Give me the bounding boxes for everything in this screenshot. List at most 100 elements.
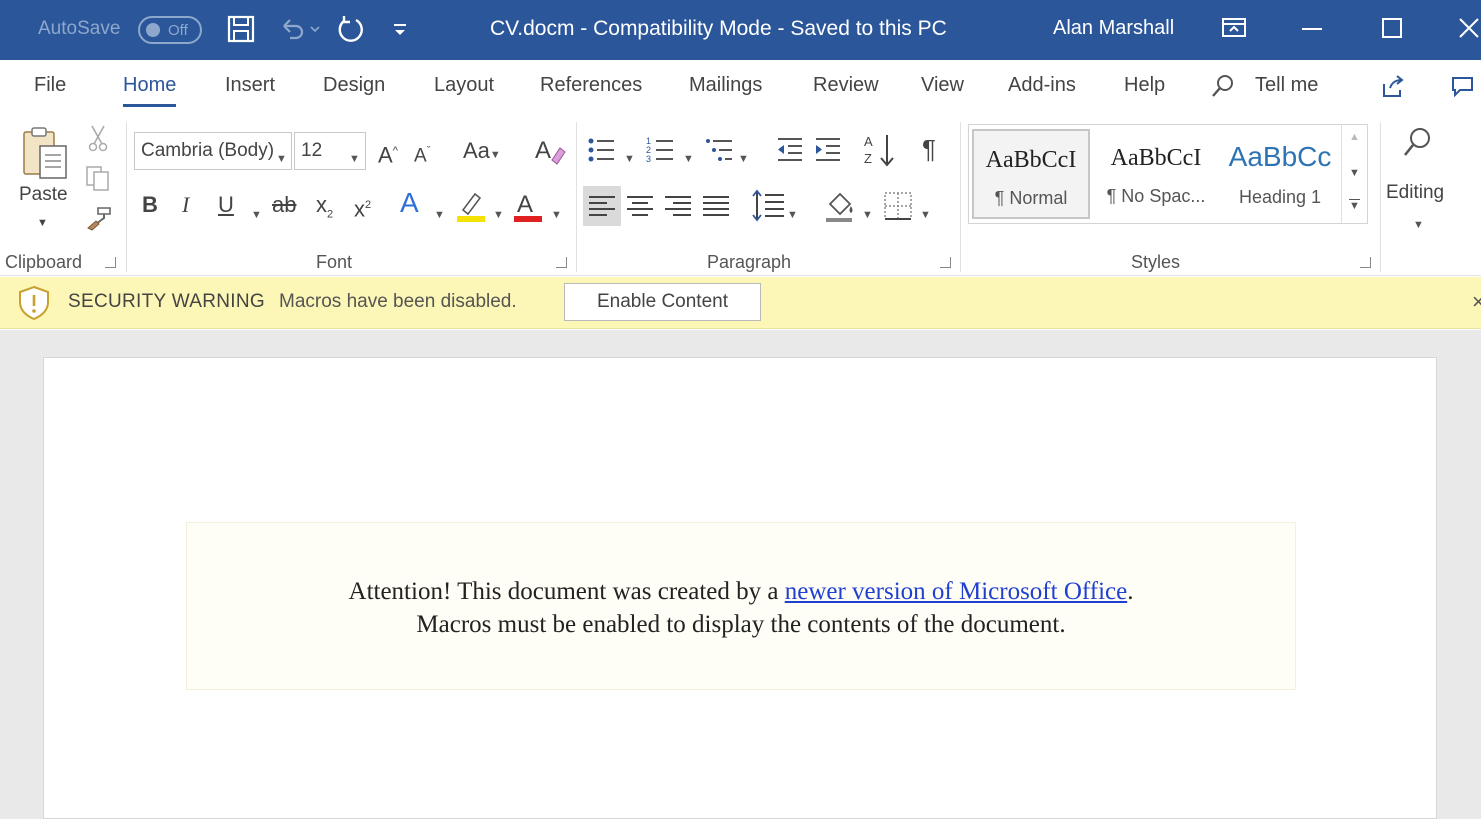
format-painter-icon[interactable]: [84, 204, 114, 238]
close-icon[interactable]: [1456, 14, 1480, 50]
numbering-dropdown-icon[interactable]: ▼: [683, 146, 694, 172]
font-name-value: Cambria (Body): [141, 140, 275, 161]
autosave-toggle[interactable]: Off: [138, 16, 202, 44]
ribbon-display-icon[interactable]: [1220, 14, 1248, 50]
shading-dropdown-icon[interactable]: ▼: [862, 202, 873, 228]
font-launcher-icon[interactable]: [556, 257, 567, 268]
tab-home[interactable]: Home: [123, 74, 177, 107]
enable-content-button[interactable]: Enable Content: [564, 283, 761, 321]
underline-dropdown-icon[interactable]: ▼: [251, 202, 262, 228]
paste-label[interactable]: Paste: [19, 182, 68, 208]
borders-dropdown-icon[interactable]: ▼: [920, 202, 931, 228]
highlight-icon[interactable]: [455, 188, 487, 230]
separator: [1380, 122, 1381, 272]
styles-more-icon[interactable]: ▼: [1349, 199, 1360, 212]
font-name-dropdown-icon[interactable]: ▼: [276, 146, 287, 172]
tab-file[interactable]: File: [34, 74, 66, 97]
redo-icon[interactable]: [334, 14, 366, 54]
style-heading-1[interactable]: AaBbCc Heading 1: [1221, 129, 1339, 219]
subscript-icon[interactable]: x2: [316, 192, 333, 227]
font-name-combo[interactable]: Cambria (Body): [134, 132, 292, 170]
font-color-dropdown-icon[interactable]: ▼: [551, 202, 562, 228]
strikethrough-icon[interactable]: ab: [272, 192, 296, 218]
separator: [960, 122, 961, 272]
tab-add-ins[interactable]: Add-ins: [1008, 74, 1076, 97]
undo-icon[interactable]: [278, 14, 322, 52]
comments-icon[interactable]: [1450, 74, 1476, 106]
close-message-bar-icon[interactable]: ×: [1472, 289, 1481, 315]
user-name[interactable]: Alan Marshall: [1053, 17, 1174, 40]
notice-line-1-text: Attention! This document was created by …: [348, 578, 785, 605]
underline-icon[interactable]: U: [218, 192, 234, 218]
style-preview: AaBbCcI: [985, 147, 1077, 173]
clipboard-launcher-icon[interactable]: [105, 257, 116, 268]
share-icon[interactable]: [1380, 74, 1406, 106]
change-case-button[interactable]: Aa▼: [463, 138, 501, 168]
shrink-font-icon[interactable]: Aˇ: [414, 138, 430, 169]
text-effects-icon[interactable]: A: [400, 189, 419, 217]
tab-insert[interactable]: Insert: [225, 74, 275, 97]
style-normal[interactable]: AaBbCcI ¶ Normal: [972, 129, 1090, 219]
security-warning-title: SECURITY WARNING: [68, 291, 265, 312]
search-icon[interactable]: [1210, 72, 1236, 106]
styles-scroll-down-icon[interactable]: ▼: [1349, 167, 1360, 179]
bold-icon[interactable]: B: [142, 192, 158, 218]
tab-help[interactable]: Help: [1124, 74, 1165, 97]
increase-indent-icon[interactable]: [812, 134, 844, 172]
bullets-icon[interactable]: [586, 134, 618, 172]
bullets-dropdown-icon[interactable]: ▼: [624, 146, 635, 172]
borders-icon[interactable]: [882, 190, 914, 228]
paste-button[interactable]: [18, 124, 72, 190]
tab-view[interactable]: View: [921, 74, 964, 97]
decrease-indent-icon[interactable]: [774, 134, 806, 172]
tab-mailings[interactable]: Mailings: [689, 74, 762, 97]
ribbon-tabs: File Home Insert Design Layout Reference…: [0, 60, 1481, 118]
notice-line-1: Attention! This document was created by …: [187, 575, 1295, 608]
multilevel-dropdown-icon[interactable]: ▼: [738, 146, 749, 172]
align-right-icon[interactable]: [662, 186, 694, 232]
minimize-icon[interactable]: [1300, 14, 1324, 50]
save-icon[interactable]: [226, 14, 256, 52]
font-size-dropdown-icon[interactable]: ▼: [349, 146, 360, 172]
tab-references[interactable]: References: [540, 74, 642, 97]
cut-icon[interactable]: [86, 124, 110, 158]
italic-icon[interactable]: I: [182, 192, 189, 218]
tab-review[interactable]: Review: [813, 74, 879, 97]
editing-label[interactable]: Editing: [1386, 180, 1444, 206]
document-title: CV.docm - Compatibility Mode - Saved to …: [490, 17, 947, 40]
align-center-icon[interactable]: [624, 186, 656, 232]
document-page[interactable]: Attention! This document was created by …: [43, 357, 1437, 819]
styles-scroll-up-icon[interactable]: ▲: [1349, 131, 1360, 143]
superscript-icon[interactable]: x2: [354, 192, 371, 222]
tell-me-input[interactable]: Tell me: [1255, 74, 1318, 97]
justify-icon[interactable]: [700, 186, 732, 232]
align-left-icon[interactable]: [583, 186, 621, 226]
font-color-icon[interactable]: A: [512, 188, 544, 230]
multilevel-list-icon[interactable]: [704, 134, 736, 172]
paste-dropdown-icon[interactable]: ▼: [37, 210, 48, 236]
maximize-icon[interactable]: [1379, 14, 1405, 50]
tab-design[interactable]: Design: [323, 74, 385, 97]
show-formatting-marks-icon[interactable]: ¶: [922, 136, 936, 162]
grow-font-icon[interactable]: A^: [378, 138, 398, 168]
clear-formatting-icon[interactable]: A: [534, 134, 566, 172]
style-name: Heading 1: [1238, 187, 1322, 207]
shading-icon[interactable]: [824, 188, 858, 230]
numbering-icon[interactable]: 123: [645, 134, 677, 172]
svg-text:A: A: [535, 137, 551, 164]
styles-launcher-icon[interactable]: [1360, 257, 1371, 268]
office-version-link[interactable]: newer version of Microsoft Office: [785, 578, 1127, 605]
tab-layout[interactable]: Layout: [434, 74, 494, 97]
editing-search-icon[interactable]: [1400, 124, 1436, 166]
paragraph-launcher-icon[interactable]: [940, 257, 951, 268]
customize-icon[interactable]: [392, 14, 408, 52]
line-spacing-dropdown-icon[interactable]: ▼: [787, 202, 798, 228]
style-no-spacing[interactable]: AaBbCcI ¶ No Spac...: [1097, 129, 1215, 219]
text-effects-dropdown-icon[interactable]: ▼: [434, 202, 445, 228]
highlight-dropdown-icon[interactable]: ▼: [493, 202, 504, 228]
sort-icon[interactable]: AZ: [863, 132, 897, 174]
editing-dropdown-icon[interactable]: ▼: [1413, 212, 1424, 238]
document-area: Attention! This document was created by …: [0, 330, 1481, 819]
line-spacing-icon[interactable]: [752, 188, 786, 230]
copy-icon[interactable]: [84, 164, 112, 198]
